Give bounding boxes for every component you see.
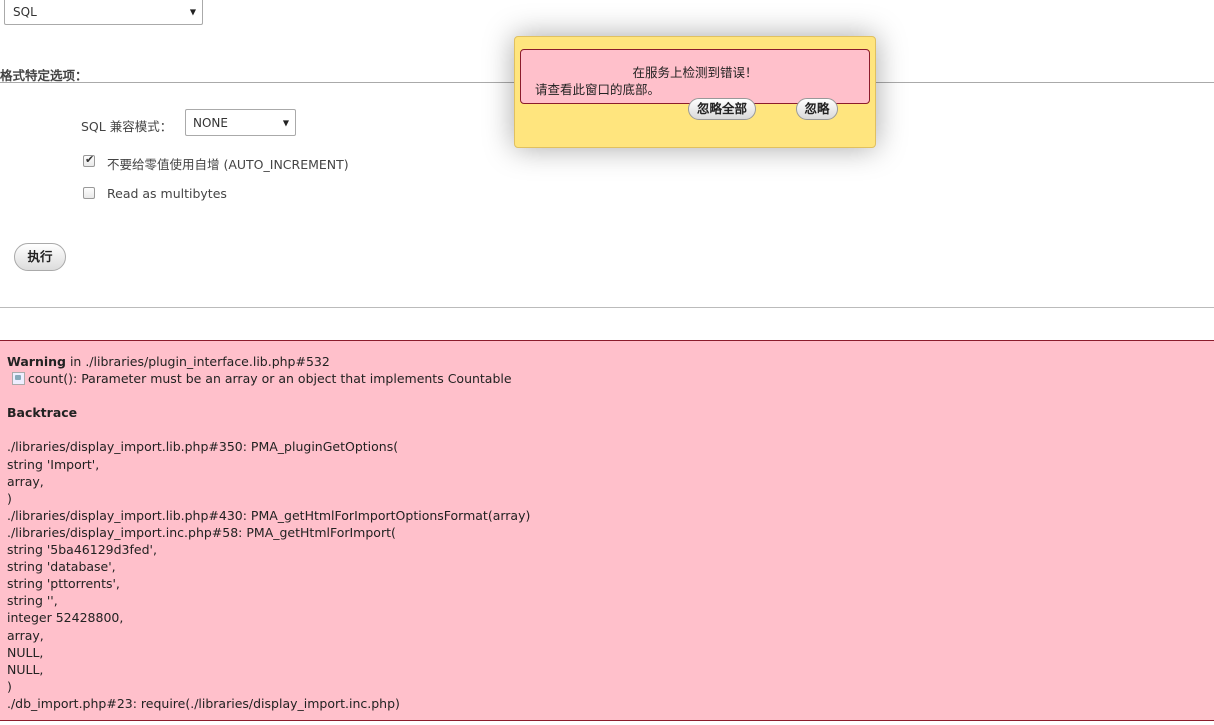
broken-image-icon <box>12 372 25 386</box>
warning-word: Warning <box>7 354 66 369</box>
sql-compat-label: SQL 兼容模式： <box>81 119 173 134</box>
backtrace-line: ./db_import.php#23: require(./libraries/… <box>7 695 400 711</box>
error-backtrace-panel: Warning in ./libraries/plugin_interface.… <box>0 340 1214 721</box>
format-select[interactable]: SQL ▼ <box>4 0 203 25</box>
format-select-value: SQL <box>13 5 37 19</box>
error-notification-popup: 在服务上检测到错误！ 请查看此窗口的底部。 忽略全部 忽略 <box>514 36 876 148</box>
backtrace-title: Backtrace <box>7 405 78 421</box>
notification-line-2: 请查看此窗口的底部。 <box>535 82 661 97</box>
backtrace-line: integer 52428800, <box>7 610 124 626</box>
backtrace-line: string 'Import', <box>7 456 100 472</box>
backtrace-line: array, <box>7 473 44 489</box>
backtrace-line: ) <box>7 678 12 694</box>
chevron-down-icon: ▼ <box>282 118 289 127</box>
sql-compat-value: NONE <box>193 116 228 130</box>
backtrace-line: array, <box>7 627 44 643</box>
auto-increment-label[interactable]: 不要给零值使用自增 (AUTO_INCREMENT) <box>107 154 349 173</box>
go-button[interactable]: 执行 <box>14 243 66 271</box>
backtrace-line: NULL, <box>7 644 44 660</box>
backtrace-line: string 'database', <box>7 559 116 575</box>
warning-message: count(): Parameter must be an array or a… <box>28 371 512 387</box>
backtrace-line: NULL, <box>7 661 44 677</box>
warning-location: in ./libraries/plugin_interface.lib.php#… <box>65 354 330 369</box>
ignore-button[interactable]: 忽略 <box>796 98 838 120</box>
backtrace-line: ./libraries/display_import.lib.php#430: … <box>7 507 531 523</box>
backtrace-lines: ./libraries/display_import.lib.php#350: … <box>7 438 1207 712</box>
backtrace-line: string '', <box>7 593 58 609</box>
warning-heading: Warning in ./libraries/plugin_interface.… <box>7 353 1207 370</box>
sql-compat-select[interactable]: NONE ▼ <box>185 109 296 136</box>
backtrace-line: string 'pttorrents', <box>7 576 120 592</box>
backtrace-line: ) <box>7 490 12 506</box>
backtrace-line: ./libraries/display_import.inc.php#58: P… <box>7 524 396 540</box>
backtrace-line: ./libraries/display_import.lib.php#350: … <box>7 439 399 455</box>
multibytes-checkbox[interactable] <box>83 187 95 199</box>
divider <box>0 307 1214 308</box>
warning-message-row: count(): Parameter must be an array or a… <box>7 370 1207 387</box>
check-icon: ✔ <box>85 153 95 166</box>
backtrace-line: string '5ba46129d3fed', <box>7 542 157 558</box>
error-notification-message: 在服务上检测到错误！ 请查看此窗口的底部。 <box>520 49 870 104</box>
import-page: SQL ▼ 格式特定选项： SQL 兼容模式： NONE ▼ ✔ 不要给零值使用… <box>0 0 1214 725</box>
auto-increment-checkbox[interactable]: ✔ <box>83 153 95 167</box>
ignore-all-button[interactable]: 忽略全部 <box>688 98 756 120</box>
multibytes-label[interactable]: Read as multibytes <box>107 186 227 201</box>
chevron-down-icon: ▼ <box>189 7 196 17</box>
